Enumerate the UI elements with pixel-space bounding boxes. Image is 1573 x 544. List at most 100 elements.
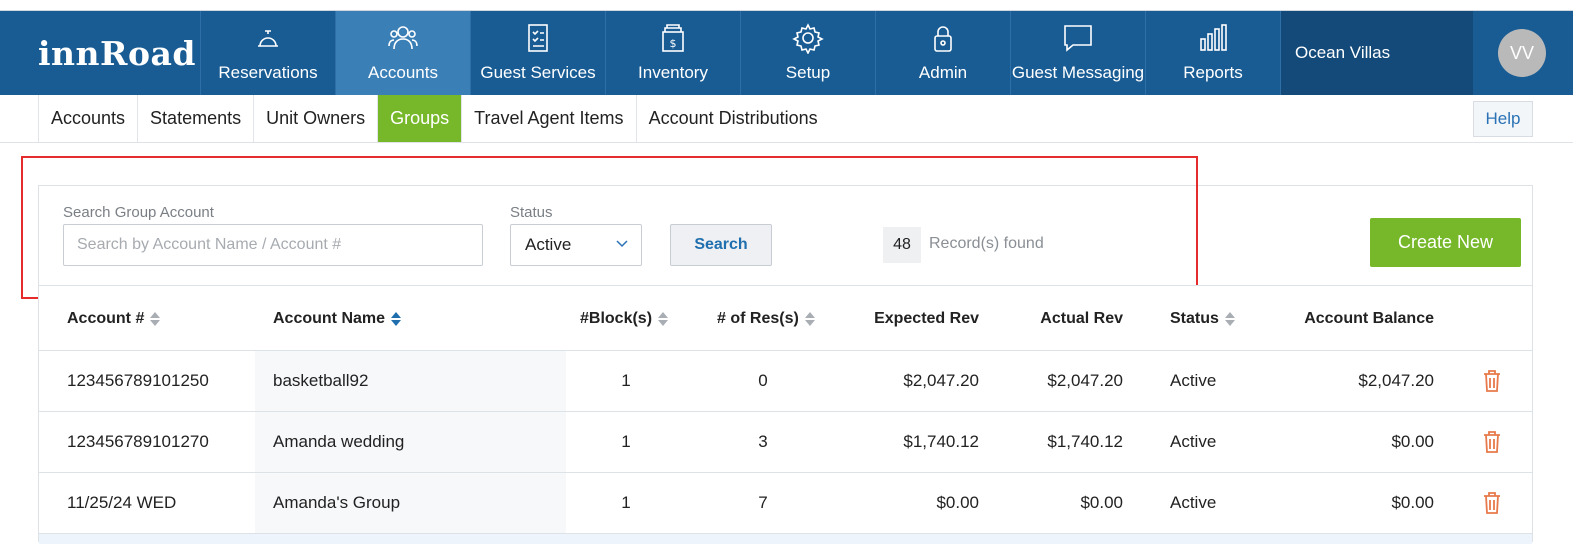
reservations-count: 7 <box>758 493 768 512</box>
account-name[interactable]: Amanda's Group <box>273 493 400 513</box>
create-new-button[interactable]: Create New <box>1370 218 1521 267</box>
nav-guest-messaging-label: Guest Messaging <box>1011 63 1145 82</box>
reservations-count: 0 <box>758 371 768 390</box>
table-row[interactable]: 11/25/24 WED Amanda's Group 1 7 $0.00 $0… <box>39 473 1532 534</box>
nav-reservations[interactable]: Reservations <box>200 11 335 95</box>
svg-text:$: $ <box>670 37 677 50</box>
account-balance: $2,047.20 <box>1358 371 1434 390</box>
user-menu[interactable]: VV <box>1473 11 1571 95</box>
status-select-value: Active <box>525 235 572 254</box>
account-number[interactable]: 123456789101250 <box>67 371 209 391</box>
window-top-edge <box>0 0 1573 11</box>
col-account-name[interactable]: Account Name <box>273 310 402 328</box>
col-expected-rev: Expected Rev <box>874 310 979 327</box>
message-icon <box>1061 21 1095 55</box>
help-button[interactable]: Help <box>1473 101 1533 137</box>
bar-chart-icon <box>1196 21 1230 55</box>
col-reservations-label: # of Res(s) <box>717 310 799 327</box>
nav-accounts-label: Accounts <box>368 63 438 82</box>
brand-logo[interactable]: innRoad <box>0 11 200 95</box>
nav-reports[interactable]: Reports <box>1145 11 1280 95</box>
sort-icon[interactable] <box>658 311 669 327</box>
account-balance: $0.00 <box>1391 432 1434 451</box>
col-status-label: Status <box>1170 310 1219 327</box>
nav-accounts[interactable]: Accounts <box>335 11 470 95</box>
col-blocks-label: #Block(s) <box>580 310 653 327</box>
status-value: Active <box>1170 371 1217 390</box>
property-selector[interactable]: Ocean Villas <box>1280 11 1473 95</box>
expected-rev: $1,740.12 <box>903 432 979 451</box>
actual-rev: $0.00 <box>1080 493 1123 512</box>
trash-icon[interactable] <box>1482 369 1502 393</box>
search-panel: Search Group Account Status Active Searc… <box>38 185 1533 285</box>
sort-icon[interactable] <box>804 311 815 327</box>
col-account-balance: Account Balance <box>1304 310 1434 327</box>
nav-setup-label: Setup <box>785 63 831 82</box>
col-reservations[interactable]: # of Res(s) <box>717 310 815 328</box>
subnav-statements[interactable]: Statements <box>137 95 253 142</box>
sort-ascending-icon[interactable] <box>391 311 402 327</box>
subnav-account-distributions[interactable]: Account Distributions <box>635 95 830 142</box>
account-name[interactable]: basketball92 <box>273 371 368 391</box>
search-input[interactable] <box>63 224 483 266</box>
col-status[interactable]: Status <box>1170 310 1235 328</box>
gear-icon <box>791 21 825 55</box>
blocks-count: 1 <box>621 493 631 512</box>
sort-icon[interactable] <box>1224 311 1235 327</box>
nav-setup[interactable]: Setup <box>740 11 875 95</box>
col-account-number-label: Account # <box>67 310 145 327</box>
nav-guest-services-label: Guest Services <box>480 63 596 82</box>
col-account-number[interactable]: Account # <box>67 310 161 328</box>
nav-admin-label: Admin <box>918 63 968 82</box>
sub-navigation: Accounts Statements Unit Owners Groups T… <box>0 95 1573 143</box>
record-count: 48 <box>883 227 921 263</box>
search-button[interactable]: Search <box>670 224 772 266</box>
expected-rev: $0.00 <box>936 493 979 512</box>
nav-admin[interactable]: Admin <box>875 11 1010 95</box>
blocks-count: 1 <box>621 432 631 451</box>
people-icon <box>386 21 420 55</box>
record-count-label: Record(s) found <box>929 235 1044 252</box>
subnav-unit-owners[interactable]: Unit Owners <box>253 95 377 142</box>
account-name[interactable]: Amanda wedding <box>273 432 404 452</box>
lock-icon <box>926 21 960 55</box>
search-account-label: Search Group Account <box>63 204 214 221</box>
reservations-count: 3 <box>758 432 768 451</box>
group-accounts-table: Account # Account Name #Block(s) # of Re… <box>38 285 1533 544</box>
nav-reservations-label: Reservations <box>218 63 318 82</box>
trash-icon[interactable] <box>1482 430 1502 454</box>
nav-guest-messaging[interactable]: Guest Messaging <box>1010 11 1145 95</box>
nav-reports-label: Reports <box>1183 63 1243 82</box>
sort-icon[interactable] <box>150 311 161 327</box>
col-blocks[interactable]: #Block(s) <box>580 310 669 328</box>
actual-rev: $1,740.12 <box>1047 432 1123 451</box>
nav-inventory[interactable]: $ Inventory <box>605 11 740 95</box>
col-actual-rev: Actual Rev <box>1040 310 1123 327</box>
status-value: Active <box>1170 432 1217 451</box>
chevron-down-icon <box>616 240 628 248</box>
table-row[interactable]: 123456789101250 basketball92 1 0 $2,047.… <box>39 351 1532 412</box>
inventory-box-icon: $ <box>656 21 690 55</box>
nav-guest-services[interactable]: Guest Services <box>470 11 605 95</box>
account-number[interactable]: 123456789101270 <box>67 432 209 452</box>
status-label: Status <box>510 204 553 221</box>
subnav-groups[interactable]: Groups <box>377 95 462 142</box>
subnav-travel-agent-items[interactable]: Travel Agent Items <box>461 95 635 142</box>
top-navigation: innRoad Reservations Accounts Guest Serv… <box>0 11 1573 95</box>
subnav-accounts[interactable]: Accounts <box>38 95 137 142</box>
table-header: Account # Account Name #Block(s) # of Re… <box>39 286 1532 351</box>
trash-icon[interactable] <box>1482 491 1502 515</box>
table-row[interactable]: 123456789101270 Amanda wedding 1 3 $1,74… <box>39 412 1532 473</box>
clipboard-icon <box>521 21 555 55</box>
table-row[interactable] <box>39 534 1532 544</box>
expected-rev: $2,047.20 <box>903 371 979 390</box>
nav-inventory-label: Inventory <box>638 63 708 82</box>
status-select[interactable]: Active <box>510 224 642 266</box>
account-balance: $0.00 <box>1391 493 1434 512</box>
actual-rev: $2,047.20 <box>1047 371 1123 390</box>
bell-icon <box>251 21 285 55</box>
blocks-count: 1 <box>621 371 631 390</box>
status-value: Active <box>1170 493 1217 512</box>
avatar[interactable]: VV <box>1498 29 1546 77</box>
account-number[interactable]: 11/25/24 WED <box>67 493 176 513</box>
